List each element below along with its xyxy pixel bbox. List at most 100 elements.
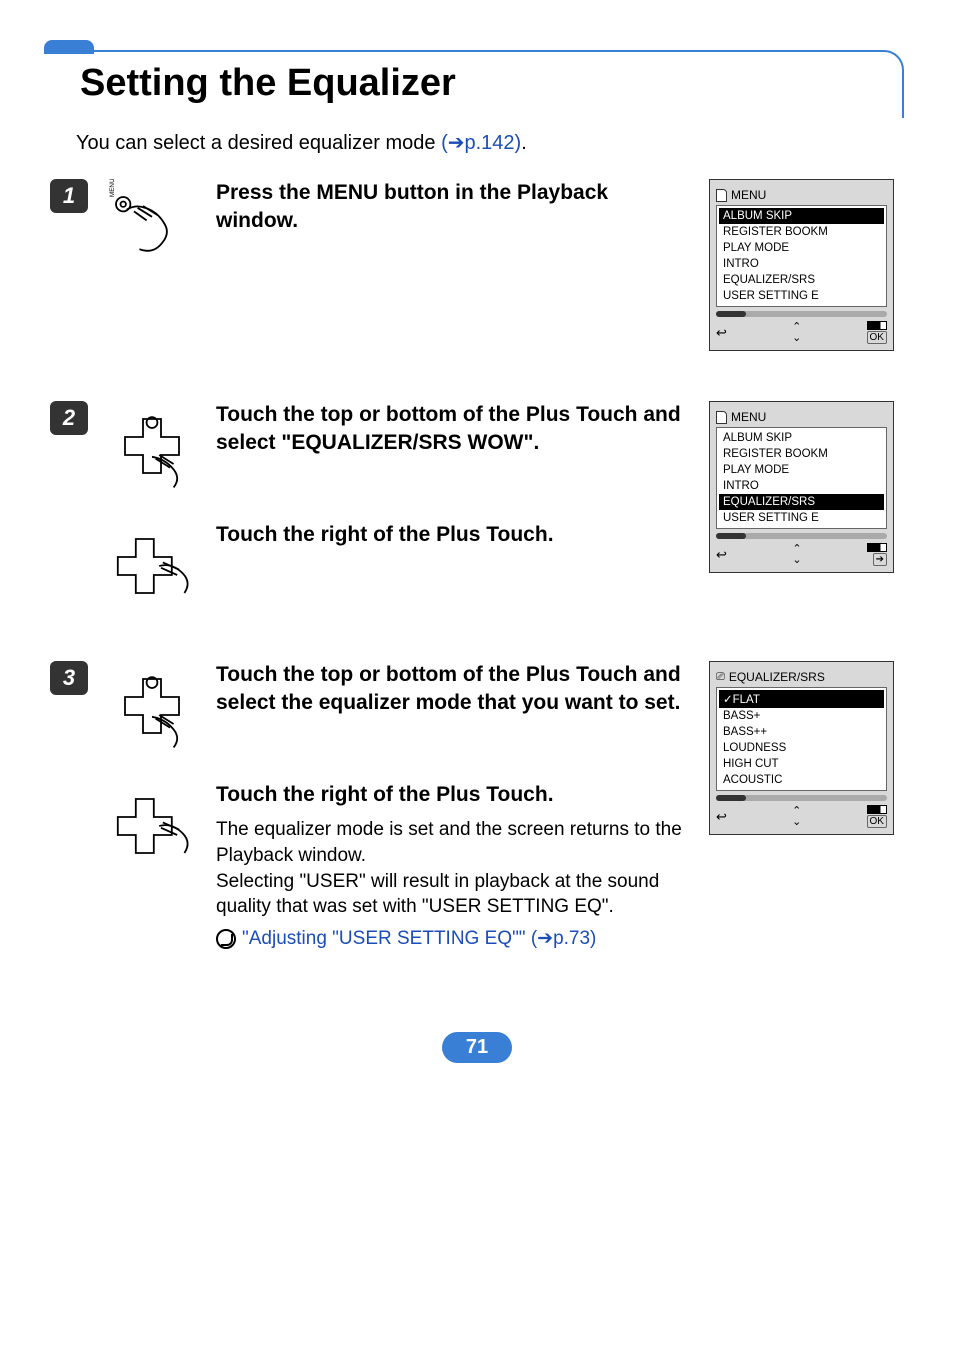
battery-icon (867, 805, 887, 814)
step-icon-column (102, 661, 202, 751)
menu-press-icon: MENU (107, 179, 197, 269)
screen-scrollbar (716, 795, 887, 801)
screen-footer: ↩ ⌃ ⌄ OK (716, 805, 887, 828)
screen-title-row: ⎚ EQUALIZER/SRS (716, 670, 887, 684)
footer-left: ↩ (716, 547, 727, 563)
step-text-column: Touch the right of the Plus Touch. The e… (216, 781, 695, 952)
device-screen-step3: ⎚ EQUALIZER/SRS ✓FLAT BASS+ BASS++ LOUDN… (709, 661, 894, 835)
screen-footer: ↩ ⌃ ⌄ OK (716, 321, 887, 344)
nav-pad-icon: ⌃ ⌄ (775, 322, 819, 344)
menu-item: REGISTER BOOKM (719, 224, 884, 240)
screen-menu-list: ALBUM SKIP REGISTER BOOKM PLAY MODE INTR… (716, 205, 887, 307)
nav-pad-icon: ⌃ ⌄ (775, 806, 819, 828)
step-text-column: Touch the right of the Plus Touch. (216, 521, 695, 611)
battery-icon (867, 321, 887, 330)
step-instruction: Press the MENU button in the Playback wi… (216, 179, 685, 236)
footer-right: OK (867, 805, 887, 828)
footer-left: ↩ (716, 809, 727, 825)
header-tab-decoration (44, 40, 94, 54)
step-1: 1 MENU Press the MENU button in the Play… (50, 179, 904, 351)
plus-touch-vertical-icon (107, 661, 197, 751)
screen-title-row: MENU (716, 188, 887, 202)
intro-text: You can select a desired equalizer mode (76, 132, 441, 154)
reference-bullet-icon (216, 929, 236, 949)
footer-right: ➔ (867, 543, 887, 566)
battery-icon (867, 543, 887, 552)
doc-icon (716, 411, 727, 424)
device-screen-step2: MENU ALBUM SKIP REGISTER BOOKM PLAY MODE… (709, 401, 894, 573)
device-screen-step1: MENU ALBUM SKIP REGISTER BOOKM PLAY MODE… (709, 179, 894, 351)
chevron-down-icon: ⌄ (792, 817, 801, 828)
chevron-down-icon: ⌄ (792, 555, 801, 566)
menu-item: ALBUM SKIP (719, 208, 884, 224)
section-title: Setting the Equalizer (50, 52, 902, 105)
screen-title: EQUALIZER/SRS (729, 670, 825, 684)
substep-row: Touch the right of the Plus Touch. The e… (102, 781, 695, 952)
repeat-icon: ↩ (716, 809, 727, 825)
menu-item: USER SETTING E (719, 288, 884, 304)
menu-item: ACOUSTIC (719, 772, 884, 788)
chevron-up-icon: ⌃ (792, 322, 801, 333)
step-text-column: Touch the top or bottom of the Plus Touc… (216, 401, 695, 491)
intro-paragraph: You can select a desired equalizer mode … (76, 130, 904, 155)
screen-title: MENU (731, 410, 766, 424)
eq-icon: ⎚ (716, 671, 725, 684)
ok-indicator: OK (867, 331, 887, 344)
nav-pad-icon: ⌃ ⌄ (775, 544, 819, 566)
step-number-badge: 1 (50, 179, 88, 213)
step-instruction: Touch the right of the Plus Touch. (216, 781, 685, 809)
plus-touch-vertical-icon (107, 401, 197, 491)
step-icon-column (102, 521, 202, 611)
menu-item-label: FLAT (733, 694, 760, 706)
chevron-up-icon: ⌃ (792, 806, 801, 817)
section-header: Setting the Equalizer (50, 50, 904, 118)
footer-right: OK (867, 321, 887, 344)
reference-link[interactable]: "Adjusting "USER SETTING EQ"" (➔p.73) (242, 926, 596, 952)
step-body: Selecting "USER" will result in playback… (216, 869, 685, 920)
menu-item: INTRO (719, 478, 884, 494)
reference-link-row: "Adjusting "USER SETTING EQ"" (➔p.73) (216, 926, 685, 952)
step-icon-column: MENU (102, 179, 202, 269)
intro-page-link[interactable]: (➔p.142) (441, 132, 521, 154)
screen-menu-list: ALBUM SKIP REGISTER BOOKM PLAY MODE INTR… (716, 427, 887, 529)
step-instruction: Touch the right of the Plus Touch. (216, 521, 685, 549)
menu-item: BASS+ (719, 708, 884, 724)
menu-item: INTRO (719, 256, 884, 272)
page-number-container: 71 (50, 1032, 904, 1063)
step-icon-column (102, 401, 202, 491)
menu-item: PLAY MODE (719, 240, 884, 256)
screen-title: MENU (731, 188, 766, 202)
screen-scrollbar (716, 533, 887, 539)
menu-item: ✓FLAT (719, 690, 884, 708)
plus-touch-right-icon (107, 781, 197, 871)
menu-item: EQUALIZER/SRS (719, 494, 884, 510)
menu-item: EQUALIZER/SRS (719, 272, 884, 288)
step-instruction: Touch the top or bottom of the Plus Touc… (216, 401, 685, 458)
screen-illustration-column: MENU ALBUM SKIP REGISTER BOOKM PLAY MODE… (709, 179, 904, 351)
chevron-down-icon: ⌄ (792, 333, 801, 344)
step-icon-column (102, 781, 202, 952)
arrow-indicator: ➔ (873, 553, 887, 566)
intro-suffix: . (521, 132, 527, 154)
step-number-badge: 2 (50, 401, 88, 435)
step-instruction: Touch the top or bottom of the Plus Touc… (216, 661, 685, 718)
screen-illustration-column: MENU ALBUM SKIP REGISTER BOOKM PLAY MODE… (709, 401, 904, 573)
footer-left: ↩ (716, 325, 727, 341)
page-number: 71 (442, 1032, 512, 1063)
menu-item: PLAY MODE (719, 462, 884, 478)
svg-text:MENU: MENU (109, 179, 116, 197)
step-3: 3 Touch the top or bottom of the Plus To… (50, 661, 904, 952)
repeat-icon: ↩ (716, 325, 727, 341)
screen-scrollbar (716, 311, 887, 317)
menu-item: BASS++ (719, 724, 884, 740)
menu-item: ALBUM SKIP (719, 430, 884, 446)
screen-title-row: MENU (716, 410, 887, 424)
doc-icon (716, 189, 727, 202)
screen-footer: ↩ ⌃ ⌄ ➔ (716, 543, 887, 566)
step-number-badge: 3 (50, 661, 88, 695)
menu-item: LOUDNESS (719, 740, 884, 756)
screen-menu-list: ✓FLAT BASS+ BASS++ LOUDNESS HIGH CUT ACO… (716, 687, 887, 791)
substep-row: Touch the right of the Plus Touch. (102, 521, 695, 611)
step-text-column: Touch the top or bottom of the Plus Touc… (216, 661, 695, 751)
menu-item: REGISTER BOOKM (719, 446, 884, 462)
